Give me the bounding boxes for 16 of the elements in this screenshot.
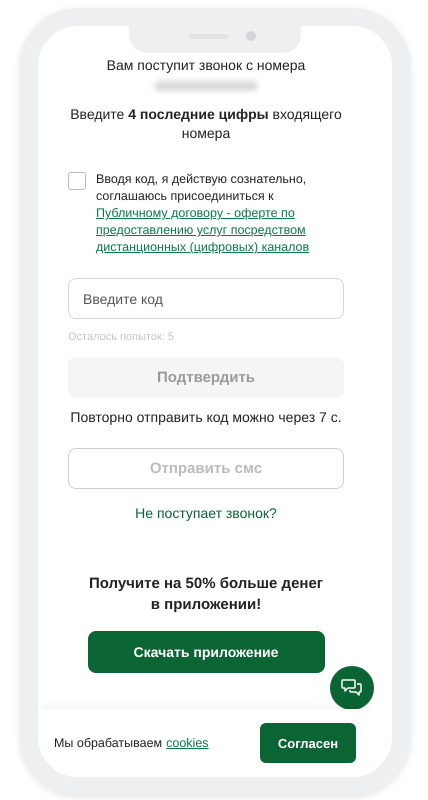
chat-bubbles-icon	[341, 678, 363, 698]
no-call-link[interactable]: Не поступает звонок?	[135, 505, 277, 521]
cookies-link[interactable]: cookies	[166, 736, 209, 750]
consent-text: Вводя код, я действую сознательно, соглашаюсь присоединиться к	[96, 172, 306, 203]
resend-note: Повторно отправить код можно через 7 с.	[69, 408, 343, 427]
agree-button[interactable]: Согласен	[260, 723, 356, 763]
offer-link[interactable]: Публичному договору - оферте по предоставлению услуг посредством дистанционных (цифровых) каналов	[96, 205, 344, 256]
instruction-text: Введите 4 последние цифры входящего номера	[69, 105, 343, 143]
cookie-text: Мы обрабатываем	[54, 736, 162, 750]
code-input-field[interactable]: Введите код	[68, 278, 344, 319]
promo-text: Получите на 50% больше денег в приложении!	[88, 574, 324, 615]
attempts-text: Осталось попыток: 5	[68, 331, 176, 343]
consent-checkbox[interactable]	[68, 172, 86, 190]
chat-button[interactable]	[330, 666, 374, 710]
download-app-button[interactable]: Скачать приложение	[88, 631, 324, 673]
call-notice-title: Вам поступит звонок с номера	[106, 56, 306, 74]
